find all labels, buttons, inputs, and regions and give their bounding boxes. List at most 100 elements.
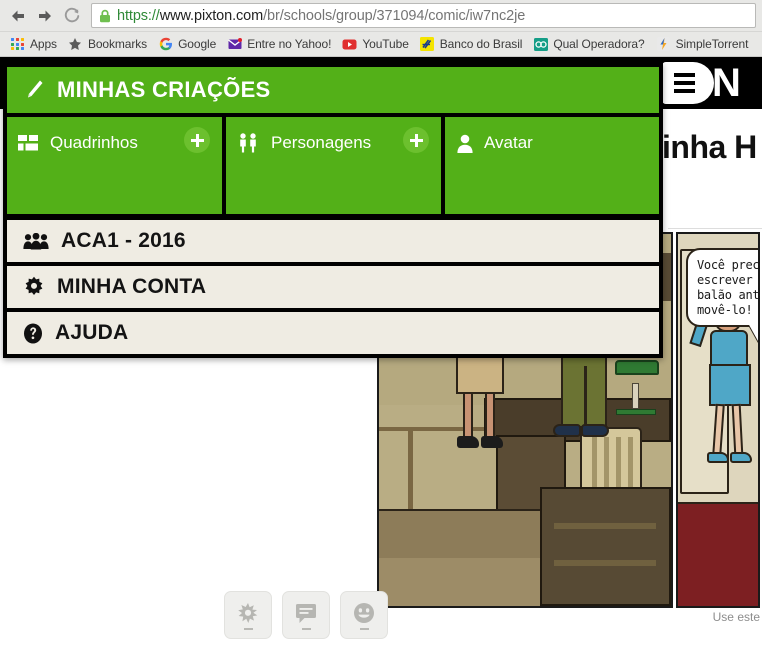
panel-cabinet [539,486,671,606]
character-skirt [709,364,751,406]
url-text: https://www.pixton.com/br/schools/group/… [117,8,525,24]
gear-icon [23,276,45,298]
tool-button-effects[interactable] [224,591,272,639]
bookmark-label: Banco do Brasil [439,37,523,51]
menu-card-quadrinhos[interactable]: Quadrinhos [7,117,222,214]
speech-bubble[interactable]: Você precisa escrever alg balão antes mo… [686,248,760,341]
user-silhouette-icon [456,132,474,154]
bookmark-youtube[interactable]: YouTube [338,33,415,55]
simpletorrent-icon [656,37,671,52]
add-personagem-button[interactable] [403,127,429,153]
character-pants [561,346,607,428]
bookmark-banco-do-brasil[interactable]: Banco do Brasil [416,33,530,55]
bottom-toolbar [224,591,388,639]
character-leg-left [463,392,473,440]
speech-bubble-tail [748,323,758,341]
brand-logo: N [712,61,741,105]
url-path: /br/schools/group/371094/comic/iw7nc2je [263,7,526,24]
forward-button[interactable] [31,2,58,29]
character-torso [710,330,748,368]
reload-button[interactable] [58,2,85,29]
character-leg-right [731,403,744,457]
splat-effect-icon [236,601,260,625]
qual-operadora-icon [533,37,548,52]
pencil-icon [24,79,44,101]
grid-squares-icon [18,132,40,154]
character-leg-right [485,392,495,440]
character-leg-left [712,403,725,457]
bookmark-label: Bookmarks [87,37,148,51]
bookmark-yahoo[interactable]: Entre no Yahoo! [223,33,338,55]
group-users-icon [23,232,49,250]
question-circle-icon [23,323,43,344]
menu-item-label: AJUDA [55,321,129,344]
forward-arrow-icon [38,10,51,21]
menu-card-label: Avatar [484,133,533,152]
content-card [668,109,762,229]
address-bar[interactable]: https://www.pixton.com/br/schools/group/… [91,3,756,28]
character-shoe-left [707,452,729,463]
browser-chrome: https://www.pixton.com/br/schools/group/… [0,0,762,57]
character-shoe-left [553,424,581,437]
menu-item-minha-conta[interactable]: MINHA CONTA [7,266,659,308]
menu-item-label: ACA1 - 2016 [61,229,186,252]
tool-button-speech-bubble[interactable] [282,591,330,639]
character-shoe-right [581,424,609,437]
menu-card-avatar[interactable]: Avatar [445,117,660,214]
panel-floor [678,501,758,606]
tool-button-emoji[interactable] [340,591,388,639]
bookmarks-bar: Apps Bookmarks Google Entre no Yahoo! Yo… [0,31,762,56]
tool-button-dash [359,627,369,630]
menu-item-ajuda[interactable]: AJUDA [7,312,659,354]
speech-bubble-text: Você precisa escrever alg balão antes mo… [697,258,760,317]
bookmark-simpletorrent[interactable]: SimpleTorrent [652,33,756,55]
bookmark-bookmarks[interactable]: Bookmarks [64,33,154,55]
bookmark-label: Google [178,37,217,51]
url-scheme: https:// [117,7,160,24]
back-arrow-icon [11,10,24,21]
add-quadrinho-button[interactable] [184,127,210,153]
page-body: N inha H Você prec escrever balão ant mo… [0,57,762,655]
menu-rows: ACA1 - 2016 MINHA CONTA AJUDA [7,220,659,354]
bookmark-label: Entre no Yahoo! [247,37,332,51]
reload-icon [64,7,79,22]
google-g-icon [158,37,173,52]
hint-text: Use este [712,610,760,624]
menu-item-aca1-2016[interactable]: ACA1 - 2016 [7,220,659,262]
url-host: www.pixton.com [159,7,264,24]
comic-panel-2[interactable]: Você precisa escrever alg balão antes mo… [676,232,760,608]
tool-button-dash [243,627,253,630]
menu-card-label: Quadrinhos [50,133,138,152]
bookmark-label: SimpleTorrent [675,37,749,51]
character-shoe-left [457,436,479,448]
yahoo-mail-icon [227,37,242,52]
omnibar-row: https://www.pixton.com/br/schools/group/… [0,0,762,31]
speech-bubble-icon [294,601,318,625]
star-icon [68,37,83,52]
people-pair-icon [237,132,261,154]
menu-header-label: MINHAS CRIAÇÕES [57,77,271,102]
hamburger-icon [673,73,695,93]
hamburger-menu-button[interactable] [662,62,714,104]
bookmark-google[interactable]: Google [154,33,223,55]
comic-title: inha H [662,129,757,165]
menu-header: MINHAS CRIAÇÕES [7,67,659,113]
character-shoe-right [730,452,752,463]
panel-lamp-stem [631,382,639,409]
bookmark-apps[interactable]: Apps [6,33,64,55]
menu-card-label: Personagens [271,133,372,152]
apps-grid-icon [10,37,25,52]
minhas-criacoes-menu: MINHAS CRIAÇÕES Quadrinhos Personagens A… [3,63,663,358]
bookmark-label: Apps [30,37,57,51]
bookmark-label: YouTube [362,37,409,51]
smiley-face-icon [352,601,376,625]
character-shoe-right [481,436,503,448]
menu-cards: Quadrinhos Personagens Avatar [7,117,660,214]
youtube-icon [342,37,357,52]
bookmark-label: Qual Operadora? [553,37,645,51]
back-button[interactable] [4,2,31,29]
lock-icon [100,9,110,22]
menu-item-label: MINHA CONTA [57,275,207,298]
bookmark-qual-operadora[interactable]: Qual Operadora? [529,33,651,55]
menu-card-personagens[interactable]: Personagens [226,117,441,214]
